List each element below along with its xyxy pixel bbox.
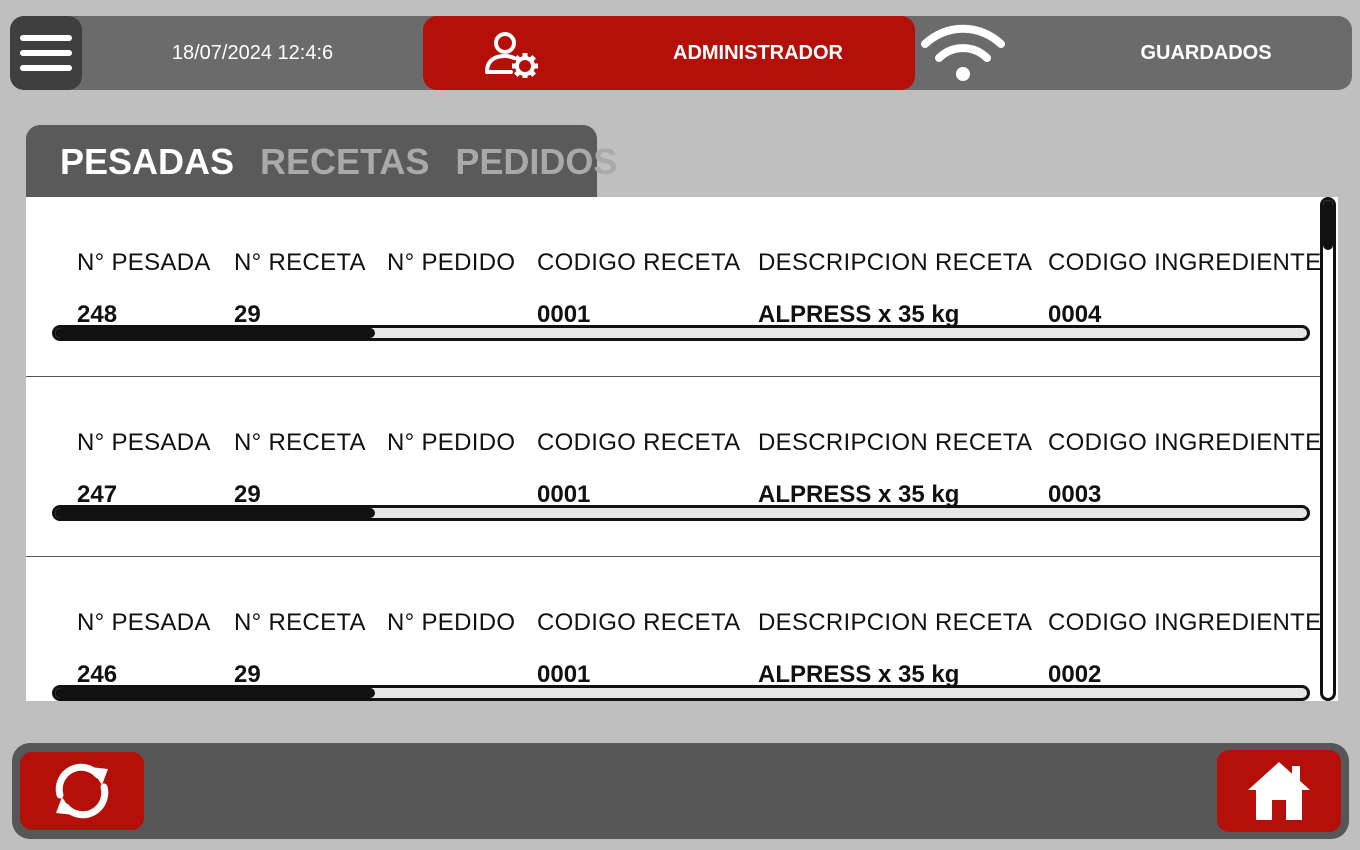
header-codigo-receta: CODIGO RECETA [537,429,741,456]
user-role-button[interactable]: ADMINISTRADOR [423,16,915,90]
list-item[interactable]: N° PESADA N° RECETA N° PEDIDO CODIGO REC… [26,557,1322,701]
header-descripcion-receta: DESCRIPCION RECETA [758,429,1033,456]
hamburger-menu-icon [20,35,72,41]
records-list[interactable]: N° PESADA N° RECETA N° PEDIDO CODIGO REC… [26,197,1338,701]
header-n-pedido: N° PEDIDO [387,609,516,636]
home-icon [1248,762,1310,820]
list-item[interactable]: N° PESADA N° RECETA N° PEDIDO CODIGO REC… [26,197,1322,377]
header-n-pesada: N° PESADA [77,429,211,456]
header-n-receta: N° RECETA [234,249,366,276]
header-n-receta: N° RECETA [234,429,366,456]
tab-bar: PESADAS RECETAS PEDIDOS [26,125,617,199]
scrollbar-thumb[interactable] [55,328,375,338]
header-descripcion-receta: DESCRIPCION RECETA [758,609,1033,636]
bottom-bar [12,743,1349,839]
horizontal-scrollbar[interactable] [52,325,1310,341]
datetime-display: 18/07/2024 12:4:6 [171,41,334,64]
horizontal-scrollbar[interactable] [52,685,1310,701]
header-codigo-receta: CODIGO RECETA [537,609,741,636]
refresh-button[interactable] [20,752,144,830]
saved-status[interactable]: GUARDADOS [1100,16,1312,90]
scrollbar-thumb[interactable] [55,508,375,518]
vertical-scrollbar[interactable] [1320,197,1336,701]
header-descripcion-receta: DESCRIPCION RECETA [758,249,1033,276]
tab-pedidos[interactable]: PEDIDOS [455,141,617,183]
header-codigo-ingrediente: CODIGO INGREDIENTE [1048,249,1322,276]
scrollbar-thumb[interactable] [1323,200,1333,250]
menu-button[interactable] [10,16,82,90]
horizontal-scrollbar[interactable] [52,505,1310,521]
header-n-receta: N° RECETA [234,609,366,636]
scrollbar-thumb[interactable] [55,688,375,698]
header-codigo-ingrediente: CODIGO INGREDIENTE [1048,609,1322,636]
refresh-icon [55,763,109,819]
header-n-pesada: N° PESADA [77,249,211,276]
user-role-label: ADMINISTRADOR [673,41,843,64]
home-button[interactable] [1217,750,1341,832]
header-codigo-ingrediente: CODIGO INGREDIENTE [1048,429,1322,456]
user-gear-icon [485,32,538,78]
header-codigo-receta: CODIGO RECETA [537,249,741,276]
tab-recetas[interactable]: RECETAS [260,141,429,183]
list-item[interactable]: N° PESADA N° RECETA N° PEDIDO CODIGO REC… [26,377,1322,557]
wifi-icon [921,24,1005,81]
tab-pesadas[interactable]: PESADAS [60,141,234,183]
header-n-pedido: N° PEDIDO [387,429,516,456]
header-n-pedido: N° PEDIDO [387,249,516,276]
header-n-pesada: N° PESADA [77,609,211,636]
